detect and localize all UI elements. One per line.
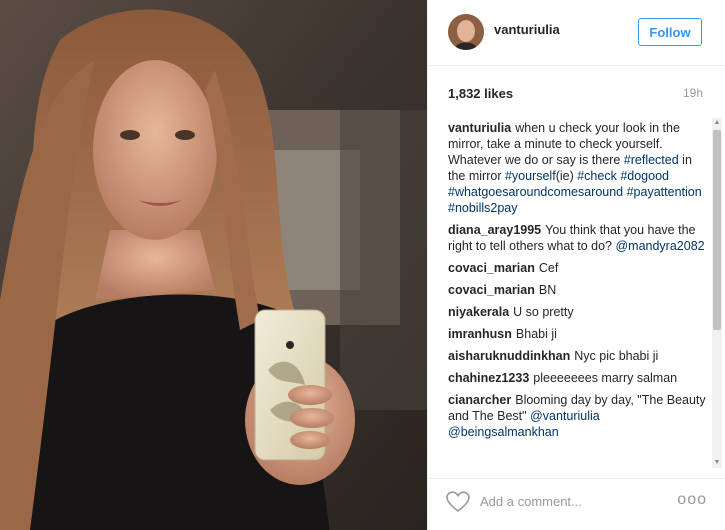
comment-author[interactable]: imranhusn bbox=[448, 327, 512, 341]
comment-text: U so pretty bbox=[513, 305, 574, 319]
comment-text: BN bbox=[538, 283, 557, 297]
comment-text: Bhabi ji bbox=[515, 327, 557, 341]
comment-tag-link[interactable]: @beingsalmankhan bbox=[448, 425, 559, 439]
comment-author[interactable]: niyakerala bbox=[448, 305, 509, 319]
comment-tag-link[interactable]: #payattention bbox=[627, 185, 702, 199]
comment-tag-link[interactable]: #reflected bbox=[624, 153, 679, 167]
follow-button[interactable]: Follow bbox=[638, 18, 702, 46]
username[interactable]: vanturiulia bbox=[494, 22, 560, 37]
comment-item: aisharuknuddinkhan Nyc pic bhabi ji bbox=[448, 348, 706, 364]
comment-text: pleeeeeees marry salman bbox=[533, 371, 678, 385]
post-header: vanturiulia Follow bbox=[428, 0, 725, 66]
post-sidebar: vanturiulia Follow 1,832 likes 19h vantu… bbox=[427, 0, 725, 530]
comment-author[interactable]: aisharuknuddinkhan bbox=[448, 349, 570, 363]
heart-icon[interactable] bbox=[446, 491, 470, 513]
comment-tag-link[interactable]: #yourself bbox=[505, 169, 556, 183]
likes-count[interactable]: 1,832 likes bbox=[448, 86, 513, 101]
comment-item: diana_aray1995 You think that you have th… bbox=[448, 222, 706, 254]
comment-author[interactable]: vanturiulia bbox=[448, 121, 511, 135]
comment-tag-link[interactable]: #whatgoesaroundcomesaround bbox=[448, 185, 623, 199]
add-comment-input[interactable] bbox=[480, 492, 660, 510]
comment-tag-link[interactable]: @mandyra2082 bbox=[615, 239, 704, 253]
comment-tag-link[interactable]: #check bbox=[577, 169, 617, 183]
selfie-photo bbox=[0, 0, 427, 530]
avatar[interactable] bbox=[448, 14, 484, 50]
comment-author[interactable]: cianarcher bbox=[448, 393, 511, 407]
scroll-down-icon[interactable]: ▼ bbox=[712, 458, 722, 468]
more-options-icon[interactable]: ooo bbox=[677, 491, 707, 509]
instagram-post: vanturiulia Follow 1,832 likes 19h vantu… bbox=[0, 0, 725, 530]
post-time[interactable]: 19h bbox=[683, 86, 703, 100]
comment-author[interactable]: chahinez1233 bbox=[448, 371, 529, 385]
comment-text: Cef bbox=[538, 261, 559, 275]
comments-list: vanturiulia when u check your look in the… bbox=[448, 120, 706, 468]
comment-tag-link[interactable]: #nobills2pay bbox=[448, 201, 518, 215]
comment-bar: ooo bbox=[428, 478, 725, 530]
comment-author[interactable]: diana_aray1995 bbox=[448, 223, 541, 237]
comments-scrollbar[interactable]: ▲ ▼ bbox=[712, 118, 722, 468]
comment-item: chahinez1233 pleeeeeees marry salman bbox=[448, 370, 706, 386]
comment-tag-link[interactable]: @vanturiulia bbox=[530, 409, 600, 423]
comment-item: covaci_marian BN bbox=[448, 282, 706, 298]
comment-author[interactable]: covaci_marian bbox=[448, 261, 535, 275]
comment-author[interactable]: covaci_marian bbox=[448, 283, 535, 297]
post-photo[interactable] bbox=[0, 0, 427, 530]
scrollbar-thumb[interactable] bbox=[713, 130, 721, 330]
comment-tag-link[interactable]: #dogood bbox=[620, 169, 669, 183]
avatar-image bbox=[448, 14, 484, 50]
comment-item: cianarcher Blooming day by day, "The Beau… bbox=[448, 392, 706, 440]
comment-item: vanturiulia when u check your look in the… bbox=[448, 120, 706, 216]
comment-item: covaci_marian Cef bbox=[448, 260, 706, 276]
comment-text: (ie) bbox=[555, 169, 578, 183]
comment-item: niyakerala U so pretty bbox=[448, 304, 706, 320]
comment-item: imranhusn Bhabi ji bbox=[448, 326, 706, 342]
comment-text: Nyc pic bhabi ji bbox=[574, 349, 659, 363]
scroll-up-icon[interactable]: ▲ bbox=[712, 118, 722, 128]
